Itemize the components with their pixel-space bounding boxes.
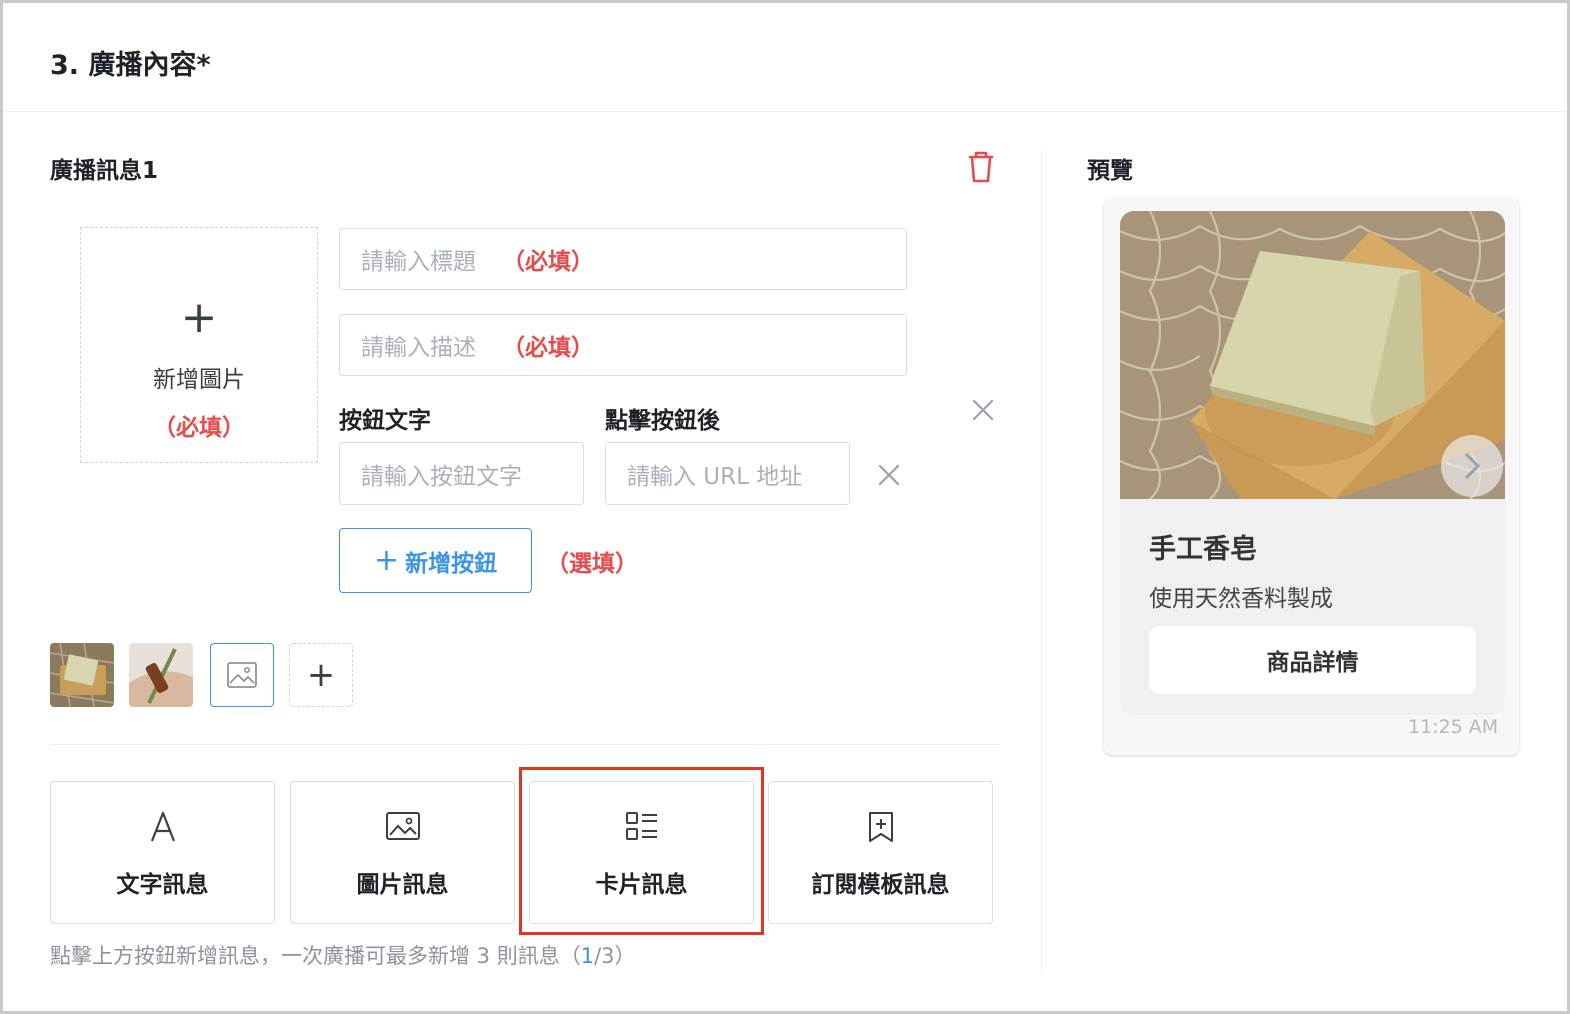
- text-message-label: 文字訊息: [116, 872, 209, 898]
- thumbnail-soap[interactable]: [50, 643, 114, 707]
- message-count-hint: 點擊上方按鈕新增訊息，一次廣播可最多新增 3 則訊息（1/3）: [50, 940, 636, 970]
- hint-current-count: 1: [580, 944, 595, 968]
- title-input[interactable]: 請輸入標題 （必填）: [339, 228, 907, 290]
- preview-card-button[interactable]: 商品詳情: [1149, 626, 1476, 694]
- text-message-type-button[interactable]: 文字訊息: [50, 781, 275, 924]
- preview-card: 手工香皂 使用天然香料製成 商品詳情: [1120, 211, 1505, 715]
- hint-max-count: /3）: [594, 944, 636, 968]
- image-upload-label: 新增圖片: [153, 367, 245, 393]
- preview-card-image: [1120, 211, 1505, 499]
- subscription-template-label: 訂閱模板訊息: [811, 872, 950, 898]
- plus-icon: +: [180, 292, 218, 343]
- button-text-label: 按鈕文字: [339, 408, 431, 434]
- highlight-box: [519, 767, 764, 935]
- subscription-template-type-button[interactable]: 訂閱模板訊息: [768, 781, 993, 924]
- add-button-button[interactable]: + 新增按鈕: [339, 528, 532, 593]
- title-placeholder: 請輸入標題: [361, 249, 476, 275]
- add-button-label: 新增按鈕: [405, 550, 498, 577]
- message-title: 廣播訊息1: [50, 158, 159, 184]
- add-thumbnail-button[interactable]: +: [289, 643, 353, 707]
- vertical-divider: [1041, 148, 1042, 973]
- description-placeholder: 請輸入描述: [361, 335, 476, 361]
- image-required-mark: （必填）: [153, 415, 245, 441]
- remove-button-icon[interactable]: [874, 460, 904, 490]
- thumbnail-placeholder-selected[interactable]: [210, 643, 274, 707]
- button-text-placeholder: 請輸入按鈕文字: [361, 463, 522, 490]
- image-message-type-button[interactable]: 圖片訊息: [290, 781, 515, 924]
- description-required-mark: （必填）: [502, 335, 594, 361]
- bookmark-plus-icon: [868, 812, 893, 842]
- after-click-label: 點擊按鈕後: [605, 408, 720, 434]
- image-upload-area[interactable]: + 新增圖片 （必填）: [80, 227, 318, 463]
- button-text-input[interactable]: 請輸入按鈕文字: [339, 442, 584, 505]
- letter-a-icon: [150, 811, 175, 842]
- url-placeholder: 請輸入 URL 地址: [627, 463, 803, 490]
- header-divider: [3, 111, 1567, 112]
- preview-timestamp: 11:25 AM: [1408, 716, 1499, 738]
- preview-title: 預覽: [1087, 158, 1133, 184]
- broadcast-content-panel: 3. 廣播內容* 廣播訊息1 + 新增圖片 （必填） 請輸入標題 （必填） 請輸…: [3, 3, 1567, 1011]
- image-icon: [227, 662, 257, 688]
- preview-card-title: 手工香皂: [1149, 534, 1257, 565]
- close-icon[interactable]: [968, 395, 998, 425]
- add-button-optional-mark: （選填）: [546, 551, 638, 577]
- image-message-label: 圖片訊息: [356, 872, 449, 898]
- plus-icon: +: [306, 655, 336, 695]
- url-input[interactable]: 請輸入 URL 地址: [605, 442, 850, 505]
- section-title: 3. 廣播內容*: [50, 50, 211, 81]
- title-required-mark: （必填）: [502, 249, 594, 275]
- thumbnail-oil-bottle[interactable]: [129, 643, 193, 707]
- plus-icon: +: [373, 543, 400, 578]
- image-icon: [385, 812, 420, 840]
- divider: [50, 744, 1000, 745]
- description-input[interactable]: 請輸入描述 （必填）: [339, 314, 907, 376]
- preview-card-description: 使用天然香料製成: [1149, 586, 1333, 612]
- trash-icon[interactable]: [961, 147, 1001, 187]
- hint-text: 點擊上方按鈕新增訊息，一次廣播可最多新增 3 則訊息（: [50, 944, 581, 968]
